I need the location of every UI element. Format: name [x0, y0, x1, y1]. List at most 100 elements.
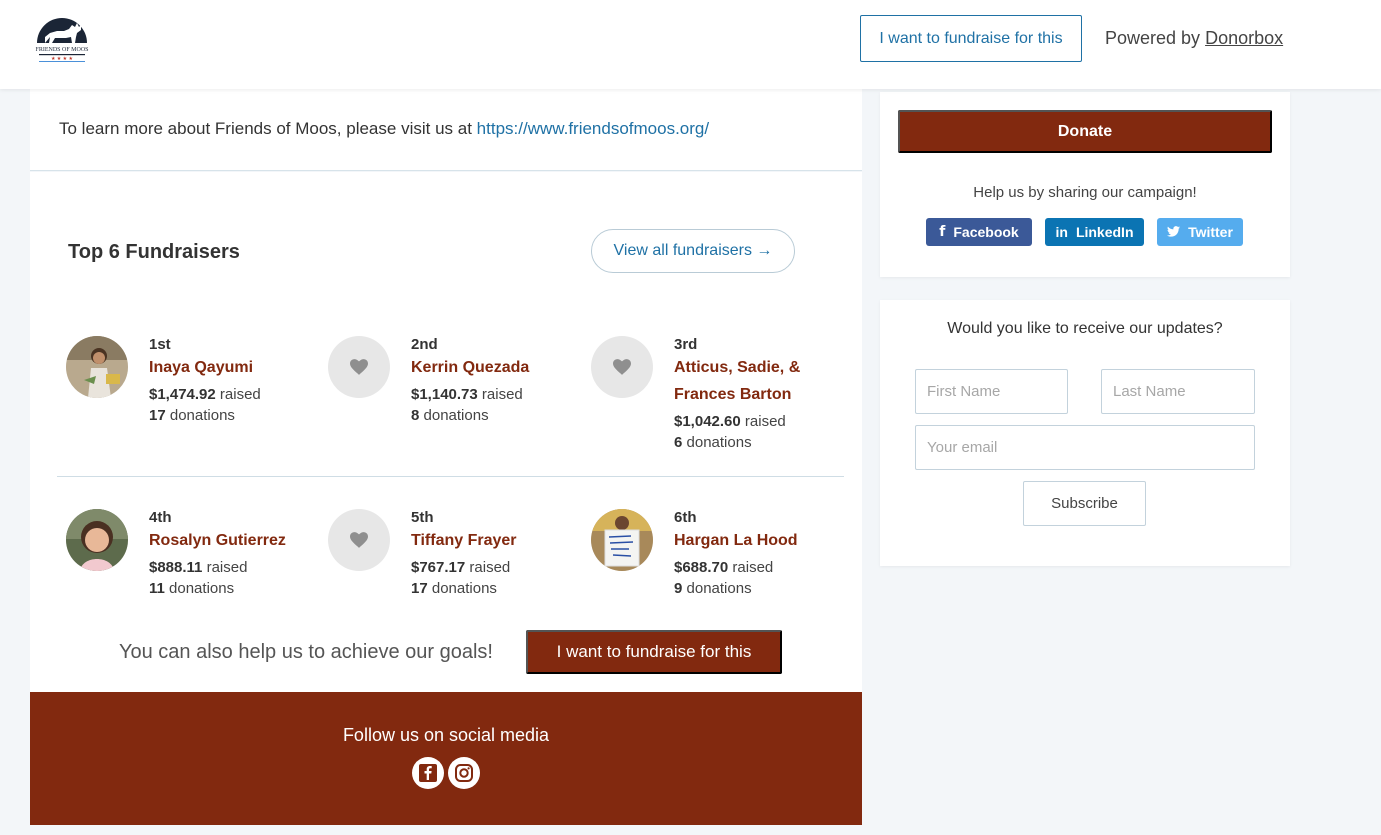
photo-boy-sign: [591, 509, 653, 571]
svg-text:FRIENDS OF MOOS: FRIENDS OF MOOS: [35, 47, 88, 53]
share-twitter-button[interactable]: Twitter: [1157, 218, 1243, 246]
fundraiser-name[interactable]: Hargan La Hood: [674, 527, 844, 554]
donations-label: donations: [169, 580, 235, 597]
donation-count: 11: [149, 580, 165, 597]
fundraiser-info: 3rd Atticus, Sadie, & Frances Barton $1,04…: [674, 336, 844, 453]
share-linkedin-label: LinkedIn: [1075, 224, 1134, 240]
fundraiser-info: 6th Hargan La Hood $688.70 raised 9 donatio…: [674, 509, 844, 599]
raised-label: raised: [206, 559, 248, 576]
fundraiser-rank: 3rd: [674, 336, 698, 353]
fundraiser-donations: 17 donations: [149, 405, 319, 426]
learn-more-text: To learn more about Friends of Moos, ple…: [59, 119, 709, 139]
heart-icon: [350, 359, 368, 375]
instagram-icon[interactable]: [448, 757, 480, 789]
fundraiser-avatar: [328, 336, 390, 398]
fundraiser-raised: $767.17 raised: [411, 557, 581, 578]
twitter-icon: [1167, 224, 1181, 240]
last-name-field[interactable]: [1101, 369, 1255, 414]
fundraiser-raised: $1,474.92 raised: [149, 384, 319, 405]
photo-girl: [66, 336, 128, 398]
first-name-field[interactable]: [915, 369, 1068, 414]
fundraiser-donations: 9 donations: [674, 578, 844, 599]
fundraiser-avatar: [66, 336, 128, 398]
social-footer: Follow us on social media: [30, 692, 862, 825]
facebook-icon[interactable]: [412, 757, 444, 789]
fundraiser-amount: $888.11: [149, 559, 203, 576]
fundraiser-raised: $888.11 raised: [149, 557, 319, 578]
fundraise-button-bottom[interactable]: I want to fundraise for this: [526, 630, 782, 674]
facebook-icon: f: [939, 224, 946, 240]
powered-by: Powered by Donorbox: [1105, 28, 1283, 49]
donorbox-link[interactable]: Donorbox: [1205, 28, 1283, 48]
row-divider: [57, 476, 844, 477]
fundraiser-donations: 11 donations: [149, 578, 319, 599]
fundraiser-donations: 6 donations: [674, 432, 844, 453]
donations-label: donations: [169, 407, 235, 424]
fundraiser-donations: 8 donations: [411, 405, 581, 426]
fundraiser-rank: 4th: [149, 509, 172, 526]
fundraiser-name[interactable]: Kerrin Quezada: [411, 354, 581, 381]
share-buttons: f Facebook in LinkedIn Twitter: [926, 218, 1243, 246]
fundraiser-raised: $1,140.73 raised: [411, 384, 581, 405]
share-linkedin-button[interactable]: in LinkedIn: [1045, 218, 1144, 246]
fundraiser-name[interactable]: Atticus, Sadie, & Frances Barton: [674, 354, 844, 408]
fundraise-button-header[interactable]: I want to fundraise for this: [860, 15, 1082, 62]
friends-of-moos-logo[interactable]: FRIENDS OF MOOS ★ ★ ★ ★: [31, 13, 93, 65]
top-fundraisers-title: Top 6 Fundraisers: [68, 241, 240, 263]
fundraiser-avatar: [591, 509, 653, 571]
social-icons: [412, 757, 480, 789]
donations-label: donations: [423, 407, 489, 424]
fundraiser-amount: $1,474.92: [149, 386, 216, 403]
subscribe-button[interactable]: Subscribe: [1023, 481, 1146, 526]
share-campaign-text: Help us by sharing our campaign!: [973, 184, 1197, 201]
raised-label: raised: [481, 386, 523, 403]
fundraiser-info: 4th Rosalyn Gutierrez $888.11 raised 11 don…: [149, 509, 319, 599]
fundraiser-rank: 2nd: [411, 336, 438, 353]
fundraiser-avatar: [328, 509, 390, 571]
raised-label: raised: [219, 386, 261, 403]
fundraiser-name[interactable]: Inaya Qayumi: [149, 354, 319, 381]
fundraiser-name[interactable]: Rosalyn Gutierrez: [149, 527, 319, 554]
view-all-fundraisers-button[interactable]: View all fundraisers →: [591, 229, 795, 273]
share-facebook-button[interactable]: f Facebook: [926, 218, 1032, 246]
raised-label: raised: [469, 559, 511, 576]
donate-card: Donate Help us by sharing our campaign! …: [880, 92, 1290, 277]
donation-count: 9: [674, 580, 683, 597]
fundraiser-raised: $1,042.60 raised: [674, 411, 844, 432]
photo-toddler: [66, 509, 128, 571]
cta-text: You can also help us to achieve our goal…: [119, 641, 493, 663]
donations-label: donations: [431, 580, 497, 597]
fundraiser-amount: $1,042.60: [674, 413, 741, 430]
raised-label: raised: [732, 559, 774, 576]
fundraiser-info: 5th Tiffany Frayer $767.17 raised 17 donati…: [411, 509, 581, 599]
fundraiser-avatar: [591, 336, 653, 398]
fundraiser-amount: $1,140.73: [411, 386, 478, 403]
share-facebook-label: Facebook: [953, 224, 1019, 240]
fundraiser-amount: $688.70: [674, 559, 729, 576]
newsletter-question: Would you like to receive our updates?: [947, 320, 1223, 337]
fundraiser-amount: $767.17: [411, 559, 466, 576]
learn-more-card: To learn more about Friends of Moos, ple…: [30, 89, 862, 171]
learn-more-sentence: To learn more about Friends of Moos, ple…: [59, 119, 472, 138]
powered-by-text: Powered by: [1105, 28, 1201, 48]
heart-icon: [350, 532, 368, 548]
donation-count: 8: [411, 407, 420, 424]
fundraiser-rank: 5th: [411, 509, 434, 526]
fundraiser-donations: 17 donations: [411, 578, 581, 599]
follow-us-text: Follow us on social media: [342, 725, 550, 745]
fundraiser-name[interactable]: Tiffany Frayer: [411, 527, 581, 554]
newsletter-card: Would you like to receive our updates? S…: [880, 300, 1290, 566]
email-field[interactable]: [915, 425, 1255, 470]
fundraiser-info: 2nd Kerrin Quezada $1,140.73 raised 8 donat…: [411, 336, 581, 426]
heart-icon: [613, 359, 631, 375]
fundraiser-rank: 6th: [674, 509, 697, 526]
donate-button[interactable]: Donate: [898, 110, 1272, 153]
top-fundraisers-card: Top 6 Fundraisers View all fundraisers →…: [30, 172, 862, 692]
raised-label: raised: [744, 413, 786, 430]
website-link[interactable]: https://www.friendsofmoos.org/: [477, 119, 709, 138]
fundraiser-avatar: [66, 509, 128, 571]
share-twitter-label: Twitter: [1188, 224, 1233, 240]
top-bar: FRIENDS OF MOOS ★ ★ ★ ★ I want to fundra…: [0, 0, 1381, 89]
donations-label: donations: [686, 580, 752, 597]
donation-count: 6: [674, 434, 683, 451]
